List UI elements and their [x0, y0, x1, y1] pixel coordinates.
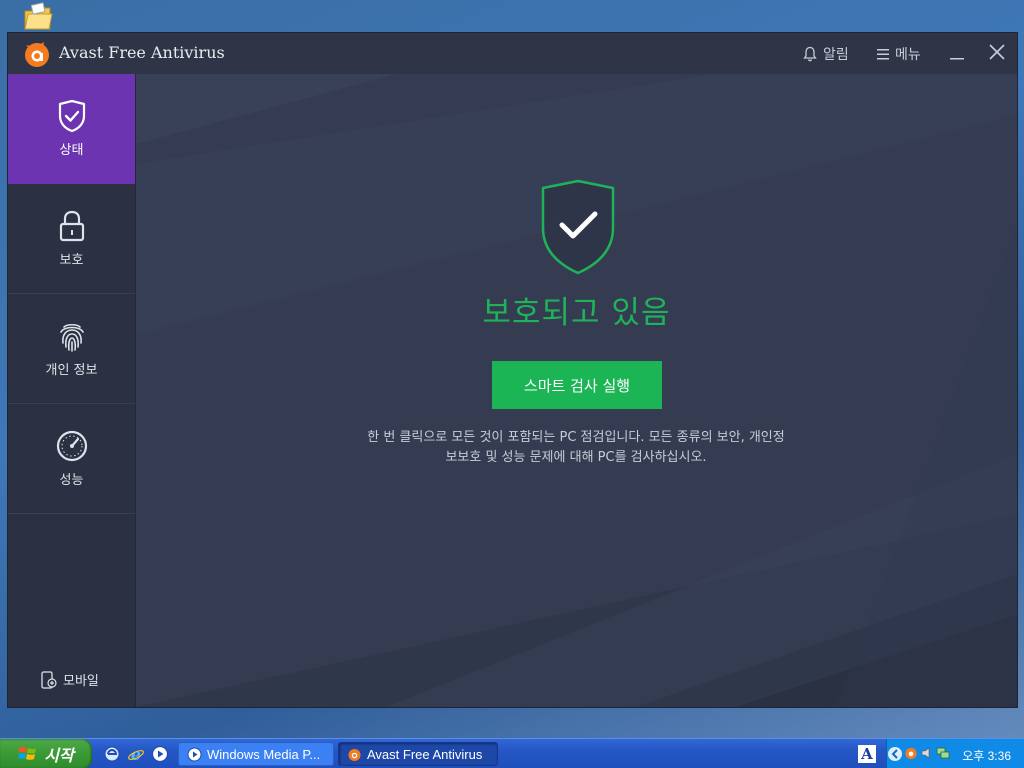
bell-icon: [803, 46, 817, 62]
mobile-phone-icon: [41, 670, 57, 689]
sidebar-item-status[interactable]: 상태: [8, 74, 135, 184]
shield-check-icon: [58, 99, 85, 133]
smart-scan-button[interactable]: 스마트 검사 실행: [492, 361, 662, 409]
fingerprint-icon: [59, 323, 84, 352]
avast-tray-icon[interactable]: [904, 746, 918, 760]
sidebar: 상태 보호 개인 정보 성능 모바일: [8, 74, 136, 707]
window-title: Avast Free Antivirus: [59, 43, 225, 62]
network-icon[interactable]: [936, 746, 950, 760]
alerts-label: 알림: [823, 47, 849, 63]
avast-logo-icon: [25, 42, 49, 67]
title-bar: Avast Free Antivirus 알림 메뉴: [8, 33, 1017, 74]
language-indicator[interactable]: A: [858, 745, 876, 763]
protected-shield-icon: [541, 179, 615, 275]
start-label: 시작: [44, 746, 74, 765]
sidebar-item-label: 성능: [59, 473, 84, 488]
avast-window: Avast Free Antivirus 알림 메뉴 상태 보호 개인 정보 성…: [8, 33, 1017, 707]
main-panel: 보호되고 있음 스마트 검사 실행 한 번 클릭으로 모든 것이 포함되는 PC…: [136, 74, 1017, 707]
scan-description-line: 보보호 및 성능 문제에 대해 PC를 검사하십시오.: [445, 450, 707, 465]
sidebar-item-label: 상태: [59, 143, 84, 158]
taskbar: 시작 e Windows Media P... Avast Free Antiv…: [0, 738, 1024, 768]
close-icon[interactable]: [988, 43, 1006, 61]
internet-explorer-icon[interactable]: e: [127, 745, 145, 763]
task-label: Avast Free Antivirus: [367, 746, 483, 762]
avast-icon: [348, 748, 361, 761]
folder-icon[interactable]: [22, 2, 54, 32]
taskbar-task-avast[interactable]: Avast Free Antivirus: [338, 742, 498, 766]
sidebar-item-label: 보호: [59, 253, 84, 268]
speedometer-icon: [56, 430, 87, 462]
ie-alt-icon[interactable]: [103, 745, 121, 763]
windows-logo-icon: [18, 746, 37, 760]
status-heading: 보호되고 있음: [482, 295, 671, 331]
mobile-label: 모바일: [63, 674, 99, 689]
tray-expand-icon[interactable]: [887, 745, 903, 763]
alerts-button[interactable]: 알림: [803, 44, 849, 64]
sidebar-item-privacy[interactable]: 개인 정보: [8, 294, 135, 404]
system-tray: 오후 3:36: [886, 739, 1024, 768]
lock-icon: [59, 210, 84, 242]
clock[interactable]: 오후 3:36: [962, 747, 1011, 764]
start-button[interactable]: 시작: [0, 739, 92, 768]
sidebar-item-performance[interactable]: 성능: [8, 404, 135, 514]
mobile-link[interactable]: 모바일: [41, 670, 99, 689]
media-player-icon: [187, 747, 202, 761]
sidebar-item-protection[interactable]: 보호: [8, 184, 135, 294]
speaker-icon[interactable]: [920, 746, 934, 760]
task-label: Windows Media P...: [207, 746, 321, 762]
minimize-icon[interactable]: [948, 41, 966, 61]
taskbar-task-media-player[interactable]: Windows Media P...: [178, 742, 334, 766]
menu-label: 메뉴: [895, 47, 921, 63]
scan-description-line: 한 번 클릭으로 모든 것이 포함되는 PC 점검입니다. 모든 종류의 보안,…: [367, 430, 785, 445]
media-player-quicklaunch-icon[interactable]: [151, 745, 169, 763]
sidebar-item-label: 개인 정보: [45, 363, 98, 378]
menu-button[interactable]: 메뉴: [877, 44, 921, 64]
scan-description: 한 번 클릭으로 모든 것이 포함되는 PC 점검입니다. 모든 종류의 보안,…: [276, 428, 876, 468]
hamburger-icon: [877, 49, 889, 60]
